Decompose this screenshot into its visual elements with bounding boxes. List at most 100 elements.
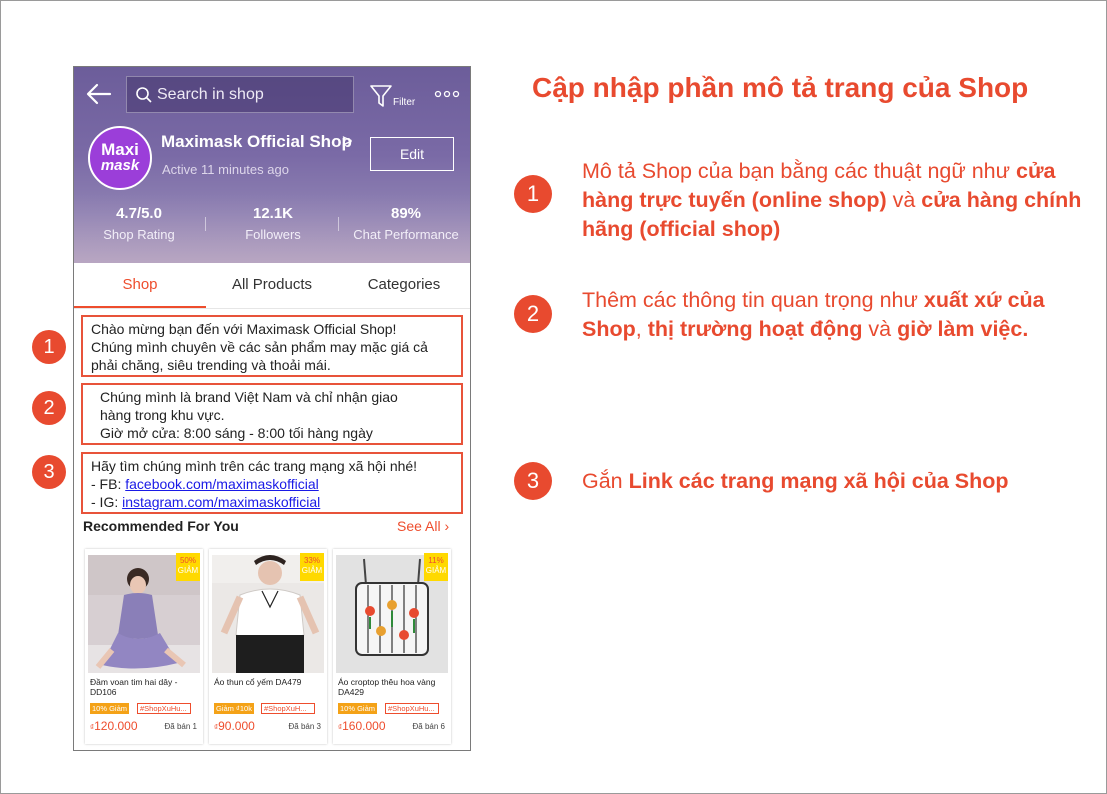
discount-pct: 50% bbox=[179, 556, 196, 565]
discount-badge: 11% GIẢM bbox=[424, 553, 448, 581]
discount-pct: 33% bbox=[303, 556, 320, 565]
discount-word: GIẢM bbox=[425, 566, 447, 575]
product-card[interactable]: 33% GIẢM Áo thun cổ yếm DA479 Giảm ₫10k #… bbox=[209, 549, 327, 744]
sold-count: Đã bán 1 bbox=[164, 722, 197, 731]
product-price: ₫90.000 bbox=[214, 719, 255, 733]
shop-header: Filter Maxi mask Maximask Official Shop … bbox=[74, 67, 470, 263]
instruction-text: Gắn bbox=[582, 469, 629, 493]
hashtag-tag: #ShopXuHu... bbox=[137, 703, 191, 714]
promo-tag: Giảm ₫10k bbox=[214, 703, 254, 714]
instruction-text: và bbox=[886, 188, 922, 212]
stat-shop-rating: 4.7/5.0 Shop Rating bbox=[96, 205, 182, 242]
price-value: 120.000 bbox=[94, 719, 138, 733]
instruction-text: Thêm các thông tin quan trọng như bbox=[582, 288, 924, 312]
shop-tabs: Shop All Products Categories bbox=[74, 263, 470, 309]
shop-active-status: Active 11 minutes ago bbox=[162, 162, 289, 177]
stat-divider bbox=[338, 217, 339, 231]
description-block-2: Chúng mình là brand Việt Nam và chỉ nhận… bbox=[81, 383, 463, 445]
fb-line: - FB: facebook.com/maximaskofficial bbox=[91, 475, 453, 493]
search-icon bbox=[136, 86, 152, 103]
promo-tag: 10% Giảm bbox=[90, 703, 130, 714]
number-badge-2: 2 bbox=[514, 295, 552, 333]
instruction-text: và bbox=[862, 317, 898, 341]
product-name: Áo croptop thêu hoa vàng DA429 bbox=[338, 677, 436, 697]
product-card[interactable]: 11% GIẢM Áo croptop thêu hoa vàng DA429 1… bbox=[333, 549, 451, 744]
number-badge-1: 1 bbox=[32, 330, 66, 364]
sold-count: Đã bán 3 bbox=[288, 722, 321, 731]
instruction-3: Gắn Link các trang mạng xã hội của Shop bbox=[582, 467, 1082, 496]
product-price: ₫120.000 bbox=[90, 719, 138, 733]
search-bar[interactable] bbox=[126, 76, 354, 113]
facebook-link[interactable]: facebook.com/maximaskofficial bbox=[125, 476, 318, 492]
product-card[interactable]: 50% GIẢM Đầm voan tim hai dây - DD106 10%… bbox=[85, 549, 203, 744]
discount-word: GIẢM bbox=[301, 566, 323, 575]
chevron-right-icon: › bbox=[444, 518, 450, 534]
tab-categories[interactable]: Categories bbox=[338, 263, 470, 308]
ig-prefix: - IG: bbox=[91, 494, 123, 510]
avatar-text-2: mask bbox=[100, 157, 140, 174]
description-line: phải chăng, siêu trending và thoải mái. bbox=[91, 357, 331, 373]
shop-name[interactable]: Maximask Official Shop bbox=[161, 132, 352, 152]
instruction-bold: giờ làm việc. bbox=[897, 317, 1029, 341]
filter-label: Filter bbox=[393, 97, 416, 108]
description-line: hàng trong khu vực. bbox=[100, 407, 225, 423]
discount-word: GIẢM bbox=[177, 566, 199, 575]
stat-value: 4.7/5.0 bbox=[116, 205, 162, 222]
promo-tag: 10% Giảm bbox=[338, 703, 378, 714]
instruction-text: Mô tả Shop của bạn bằng các thuật ngữ nh… bbox=[582, 159, 1016, 183]
description-line: Chúng mình chuyên về các sản phẩm may mặ… bbox=[91, 339, 428, 355]
number-badge-3: 3 bbox=[514, 462, 552, 500]
see-all-label: See All bbox=[397, 518, 441, 534]
product-name: Đầm voan tim hai dây - DD106 bbox=[90, 677, 178, 697]
ig-line: - IG: instagram.com/maximaskofficial bbox=[91, 493, 453, 511]
shop-avatar[interactable]: Maxi mask bbox=[88, 126, 152, 190]
product-name: Áo thun cổ yếm DA479 bbox=[214, 677, 302, 687]
phone-screenshot: Filter Maxi mask Maximask Official Shop … bbox=[73, 66, 471, 751]
description-line: Chúng mình là brand Việt Nam và chỉ nhận… bbox=[100, 389, 398, 405]
product-price: ₫160.000 bbox=[338, 719, 386, 733]
description-block-3: Hãy tìm chúng mình trên các trang mạng x… bbox=[81, 452, 463, 514]
price-value: 160.000 bbox=[342, 719, 386, 733]
search-input[interactable] bbox=[157, 85, 337, 104]
page-title: Cập nhập phần mô tả trang của Shop bbox=[532, 72, 1029, 103]
number-badge-3: 3 bbox=[32, 455, 66, 489]
instruction-1: Mô tả Shop của bạn bằng các thuật ngữ nh… bbox=[582, 157, 1082, 244]
price-value: 90.000 bbox=[218, 719, 255, 733]
number-badge-1: 1 bbox=[514, 175, 552, 213]
hashtag-tag: #ShopXuH... bbox=[261, 703, 315, 714]
stat-chat-performance: 89% Chat Performance bbox=[346, 205, 466, 242]
sold-count: Đã bán 6 bbox=[412, 722, 445, 731]
discount-badge: 50% GIẢM bbox=[176, 553, 200, 581]
back-arrow-icon[interactable] bbox=[86, 81, 112, 107]
discount-badge: 33% GIẢM bbox=[300, 553, 324, 581]
filter-icon bbox=[370, 85, 392, 107]
instruction-bold: thị trường hoạt động bbox=[647, 317, 863, 341]
tab-shop[interactable]: Shop bbox=[74, 263, 206, 308]
more-dots-icon[interactable] bbox=[434, 89, 460, 99]
stat-divider bbox=[205, 217, 206, 231]
stat-followers[interactable]: 12.1K Followers bbox=[230, 205, 316, 242]
number-badge-2: 2 bbox=[32, 391, 66, 425]
discount-pct: 11% bbox=[428, 556, 444, 565]
edit-button[interactable]: Edit bbox=[370, 137, 454, 171]
instagram-link[interactable]: instagram.com/maximaskofficial bbox=[122, 494, 320, 510]
recommended-products: 50% GIẢM Đầm voan tim hai dây - DD106 10%… bbox=[83, 549, 463, 749]
filter-button[interactable]: Filter bbox=[370, 82, 422, 108]
recommended-title: Recommended For You bbox=[83, 518, 239, 534]
tab-all-products[interactable]: All Products bbox=[206, 263, 338, 308]
instruction-2: Thêm các thông tin quan trọng như xuất x… bbox=[582, 286, 1082, 344]
fb-prefix: - FB: bbox=[91, 476, 126, 492]
instruction-bold: Link các trang mạng xã hội của Shop bbox=[628, 469, 1009, 493]
stat-value: 89% bbox=[390, 205, 422, 222]
stat-value: 12.1K bbox=[252, 205, 294, 222]
hashtag-tag: #ShopXuHu... bbox=[385, 703, 439, 714]
stat-label: Chat Performance bbox=[353, 227, 459, 242]
description-line: Giờ mở cửa: 8:00 sáng - 8:00 tối hàng ng… bbox=[100, 425, 373, 441]
see-all-link[interactable]: See All › bbox=[397, 518, 449, 534]
instruction-text: , bbox=[635, 317, 648, 341]
stat-label: Shop Rating bbox=[103, 227, 175, 242]
stat-label: Followers bbox=[245, 227, 301, 242]
chevron-right-icon[interactable]: > bbox=[342, 131, 353, 152]
description-line: Chào mừng bạn đến với Maximask Official … bbox=[91, 321, 397, 337]
description-block-1: Chào mừng bạn đến với Maximask Official … bbox=[81, 315, 463, 377]
